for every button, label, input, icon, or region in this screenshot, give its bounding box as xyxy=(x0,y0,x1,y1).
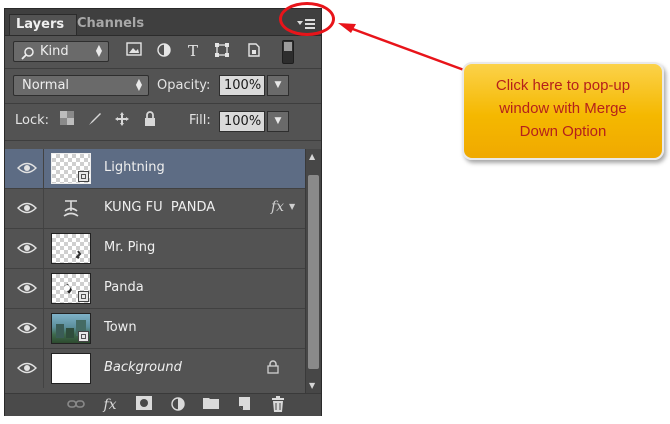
layer-thumbnail xyxy=(51,153,91,184)
lock-transparent-pixels-icon[interactable] xyxy=(59,111,75,127)
lock-row: Lock: Fill: 100% ▼ xyxy=(5,107,321,137)
fill-input[interactable]: 100% xyxy=(219,111,265,132)
add-layer-mask-icon[interactable] xyxy=(135,396,153,414)
opacity-label: Opacity: xyxy=(157,78,211,93)
lock-icon xyxy=(267,360,279,378)
chevron-updown-icon: ▲ ▼ xyxy=(95,43,102,58)
blend-mode-value: Normal xyxy=(22,78,70,93)
shape-filter-icon[interactable] xyxy=(213,42,231,60)
layer-row-background[interactable]: Background xyxy=(5,349,305,389)
new-adjustment-layer-icon[interactable] xyxy=(169,396,187,414)
eye-icon[interactable] xyxy=(17,241,37,255)
blend-mode-select[interactable]: Normal ▲ ▼ xyxy=(13,75,149,96)
layer-effects-icon[interactable]: fx xyxy=(271,199,284,215)
filter-row: Kind ▲ ▼ T xyxy=(5,37,321,67)
divider xyxy=(5,103,321,104)
layer-row-lightning[interactable]: Lightning xyxy=(5,149,305,189)
opacity-input[interactable]: 100% xyxy=(219,75,265,96)
scroll-down-arrow-icon[interactable]: ▼ xyxy=(309,381,315,390)
warp-text-icon xyxy=(61,198,81,224)
link-layers-icon[interactable] xyxy=(67,396,85,414)
new-layer-icon[interactable] xyxy=(235,396,253,414)
layer-name: Lightning xyxy=(104,160,165,175)
new-group-folder-icon[interactable] xyxy=(202,396,220,414)
divider xyxy=(5,68,321,69)
lock-all-icon[interactable] xyxy=(142,111,158,127)
eye-icon[interactable] xyxy=(17,161,37,175)
layers-scrollbar[interactable]: ▲ ▼ xyxy=(305,149,321,393)
smart-object-icon xyxy=(78,291,89,302)
chevron-updown-icon: ▲ ▼ xyxy=(135,77,142,92)
panel-bottom-toolbar: fx xyxy=(5,393,321,416)
layers-panel: Layers Channels Kind ▲ ▼ T Normal ▲ ▼ Op… xyxy=(4,8,322,416)
layer-row-mr-ping[interactable]: Mr. Ping xyxy=(5,229,305,269)
layer-row-kung-fu-panda[interactable]: KUNG FU PANDA fx ▼ xyxy=(5,189,305,229)
lock-image-pixels-icon[interactable] xyxy=(87,111,103,127)
tab-layers[interactable]: Layers xyxy=(9,14,77,35)
layer-name: Background xyxy=(104,360,182,375)
filter-kind-label: Kind xyxy=(40,44,69,59)
layer-name: Town xyxy=(104,320,137,335)
layer-thumbnail xyxy=(51,353,91,384)
layer-thumbnail xyxy=(51,233,91,264)
smart-object-filter-icon[interactable] xyxy=(245,42,263,60)
annotation-highlight-circle xyxy=(279,2,335,36)
eye-icon[interactable] xyxy=(17,281,37,295)
tab-channels[interactable]: Channels xyxy=(75,14,144,34)
scroll-up-arrow-icon[interactable]: ▲ xyxy=(309,152,315,161)
filter-toggle-switch[interactable] xyxy=(282,40,294,64)
smart-object-icon xyxy=(78,171,89,182)
blend-row: Normal ▲ ▼ Opacity: 100% ▼ xyxy=(5,71,321,101)
type-filter-icon[interactable]: T xyxy=(184,42,202,60)
divider xyxy=(5,140,321,141)
smart-object-icon xyxy=(78,331,89,342)
callout-line: Click here to pop-up xyxy=(495,77,631,94)
chevron-down-icon[interactable]: ▼ xyxy=(289,202,295,211)
opacity-dropdown-button[interactable]: ▼ xyxy=(267,75,289,96)
eye-icon[interactable] xyxy=(17,361,37,375)
layer-row-panda[interactable]: Panda xyxy=(5,269,305,309)
fill-label: Fill: xyxy=(189,113,211,128)
layer-thumbnail xyxy=(51,273,91,304)
image-filter-icon[interactable] xyxy=(125,42,143,60)
callout-line: window with Merge xyxy=(499,100,627,117)
layers-list: Lightning KUNG FU PANDA fx ▼ Mr. Ping Pa… xyxy=(5,149,305,393)
eye-icon[interactable] xyxy=(17,321,37,335)
layer-thumbnail xyxy=(51,313,91,344)
fill-dropdown-button[interactable]: ▼ xyxy=(267,111,289,132)
layer-name: Panda xyxy=(104,280,144,295)
layer-name: KUNG FU PANDA xyxy=(104,200,216,215)
layer-row-town[interactable]: Town xyxy=(5,309,305,349)
filter-kind-select[interactable]: Kind ▲ ▼ xyxy=(13,41,109,62)
lock-label: Lock: xyxy=(15,113,50,128)
panel-tab-bar: Layers Channels xyxy=(5,9,321,36)
fill-value: 100% xyxy=(224,114,262,129)
add-layer-style-icon[interactable]: fx xyxy=(101,396,119,414)
search-icon xyxy=(21,45,35,64)
layer-name: Mr. Ping xyxy=(104,240,156,255)
delete-layer-trash-icon[interactable] xyxy=(269,396,287,414)
annotation-callout-box: Click here to pop-up window with Merge D… xyxy=(462,62,664,160)
callout-line: Down Option xyxy=(519,123,607,140)
opacity-value: 100% xyxy=(224,78,262,93)
adjustment-filter-icon[interactable] xyxy=(155,42,173,60)
scrollbar-thumb[interactable] xyxy=(308,175,319,369)
eye-icon[interactable] xyxy=(17,201,37,215)
lock-position-icon[interactable] xyxy=(114,111,130,127)
